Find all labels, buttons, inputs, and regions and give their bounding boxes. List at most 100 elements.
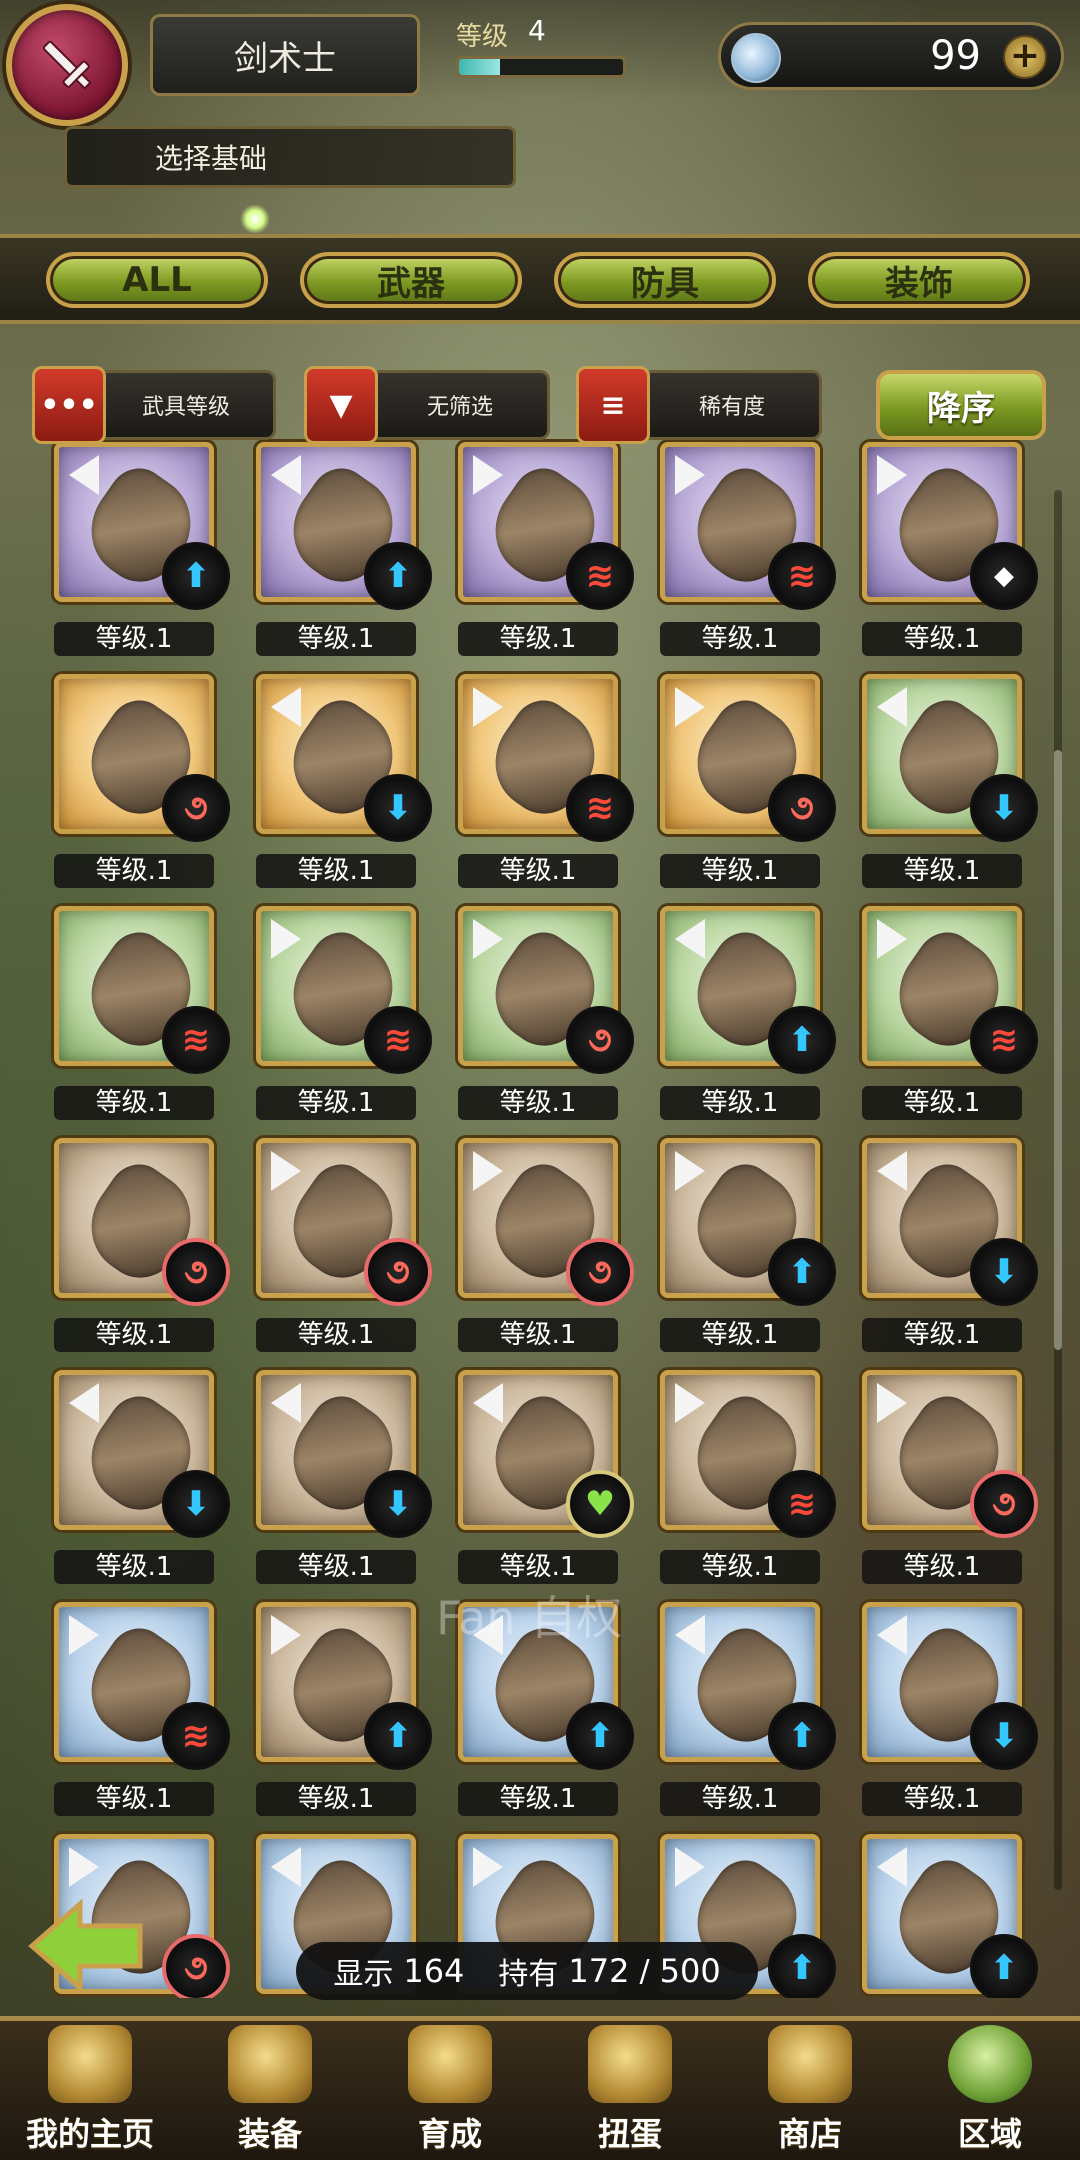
item-grid: ⬆ 等级.1 ⬆ 等级.1 ≋ 等级.1 ≋ 等级.1 ◆ 等级.1 ૭ 等级.1 ⬇ 等级.1 ≋ 等级.1… [0,438,1080,1998]
sword-icon [42,40,92,90]
tab-weapon[interactable]: 武器 [300,252,522,308]
count-separator: / [639,1953,650,1989]
more-options-icon[interactable]: ••• [32,366,106,444]
triangle-right-icon [675,1151,705,1191]
fire-badge-icon: ≋ [162,1006,230,1074]
up-badge-icon: ⬆ [162,542,230,610]
nav-training-label: 育成 [417,2115,482,2153]
triangle-right-icon [271,1615,301,1655]
nav-shop[interactable]: 商店 [720,2025,900,2160]
item-card[interactable]: ≋ 等级.1 [50,902,230,1120]
sparkle-icon [240,204,270,234]
rarity-sort-button[interactable]: 稀有度 [642,370,822,440]
item-level-label: 等级.1 [458,1086,618,1120]
subtitle: 选择基础 [64,126,516,188]
item-card[interactable]: ≋ 等级.1 [50,1598,230,1816]
item-card[interactable]: ⬇ 等级.1 [252,670,432,888]
class-emblem-button[interactable] [6,4,128,126]
nav-training[interactable]: 育成 [360,2025,540,2160]
item-card[interactable]: ૭ 等级.1 [454,902,634,1120]
scrollbar-thumb[interactable] [1054,750,1062,1350]
item-level-label: 等级.1 [54,1550,214,1584]
filter-button[interactable]: 无筛选 [370,370,550,440]
item-card[interactable]: ≋ 等级.1 [454,438,634,656]
item-card[interactable]: ⬆ 等级.1 [50,438,230,656]
down-badge-icon: ⬇ [970,774,1038,842]
display-label: 显示 [333,1957,394,1992]
tab-all[interactable]: ALL [46,252,268,308]
item-card[interactable]: ⬇ 等级.1 [858,1598,1038,1816]
nav-home[interactable]: 我的主页 [0,2025,180,2160]
item-card[interactable]: ≋ 等级.1 [252,902,432,1120]
item-card[interactable]: ♥ 等级.1 [454,1366,634,1584]
nav-region[interactable]: 区域 [900,2025,1080,2160]
item-level-label: 等级.1 [458,1318,618,1352]
item-card[interactable]: ⬇ 等级.1 [858,1134,1038,1352]
item-card[interactable]: ⬆ 等级.1 [656,1134,836,1352]
triangle-left-icon [69,1383,99,1423]
item-card[interactable]: ૭ 等级.1 [50,1134,230,1352]
item-card[interactable]: ૭ 等级.1 [50,670,230,888]
nav-shop-label: 商店 [777,2115,842,2153]
scrollbar[interactable] [1054,490,1062,1890]
nav-gacha[interactable]: 扭蛋 [540,2025,720,2160]
triangle-right-icon [675,687,705,727]
sort-list-icon[interactable]: ≡ [576,366,650,444]
add-gems-button[interactable]: + [1003,35,1047,79]
item-card[interactable]: ⬆ 等级.1 [656,1598,836,1816]
item-level-label: 等级.1 [862,622,1022,656]
level-progress-fill [459,59,500,75]
item-card[interactable]: ⬆ 等级.1 [656,902,836,1120]
swirl-ring-badge-icon: ૭ [162,1934,230,1998]
triangle-right-icon [675,1847,705,1887]
filter-icon[interactable]: ▼ [304,366,378,444]
item-level-label: 等级.1 [862,1086,1022,1120]
item-level-label: 等级.1 [256,1782,416,1816]
level-value: 4 [528,14,546,47]
item-card[interactable]: ⬇ 等级.1 [858,670,1038,888]
sort-rank-button[interactable]: 武具等级 [96,370,276,440]
tab-armor[interactable]: 防具 [554,252,776,308]
descending-order-button[interactable]: 降序 [876,370,1046,440]
item-card[interactable]: ૭ 等级.1 [252,1134,432,1352]
fire-badge-icon: ≋ [566,774,634,842]
down-badge-icon: ⬇ [364,774,432,842]
nav-region-label: 区域 [957,2115,1022,2153]
swirl-badge-icon: ૭ [768,774,836,842]
nav-equipment[interactable]: 装备 [180,2025,360,2160]
max-count: 500 [659,1952,721,1990]
crossed-swords-icon [408,2025,492,2103]
item-card[interactable]: ૭ 等级.1 [656,670,836,888]
fire-badge-icon: ≋ [970,1006,1038,1074]
back-arrow-icon [28,1898,143,1994]
item-card[interactable]: ⬇ 等级.1 [252,1366,432,1584]
item-card[interactable]: ૭ 等级.1 [858,1366,1038,1584]
item-card[interactable]: ≋ 等级.1 [656,1366,836,1584]
item-card[interactable]: ⬆ 等级.1 [252,438,432,656]
bottom-navigation: 我的主页 装备 育成 扭蛋 商店 区域 [0,2016,1080,2160]
owned-count: 172 [568,1952,630,1990]
item-card[interactable]: ≋ 等级.1 [454,670,634,888]
triangle-left-icon [675,1615,705,1655]
triangle-left-icon [877,1615,907,1655]
item-level-label: 等级.1 [660,854,820,888]
item-card[interactable]: ◆ 等级.1 [858,438,1038,656]
back-button[interactable] [28,1898,146,1994]
item-card[interactable]: ≋ 等级.1 [858,902,1038,1120]
triangle-right-icon [69,1615,99,1655]
item-card[interactable]: ⬆ [858,1830,1038,1998]
swirl-ring-badge-icon: ૭ [566,1238,634,1306]
item-card[interactable]: ⬆ 等级.1 [252,1598,432,1816]
tab-accessory[interactable]: 装饰 [808,252,1030,308]
item-card[interactable]: ⬇ 等级.1 [50,1366,230,1584]
up-badge-icon: ⬆ [364,542,432,610]
item-level-label: 等级.1 [660,1318,820,1352]
triangle-left-icon [271,1847,301,1887]
item-level-label: 等级.1 [54,1086,214,1120]
item-level-label: 等级.1 [458,854,618,888]
item-card[interactable]: ૭ 等级.1 [454,1134,634,1352]
item-card[interactable]: ≋ 等级.1 [656,438,836,656]
fire-badge-icon: ≋ [768,542,836,610]
swirl-ring-badge-icon: ૭ [364,1238,432,1306]
up-badge-icon: ⬆ [364,1702,432,1770]
